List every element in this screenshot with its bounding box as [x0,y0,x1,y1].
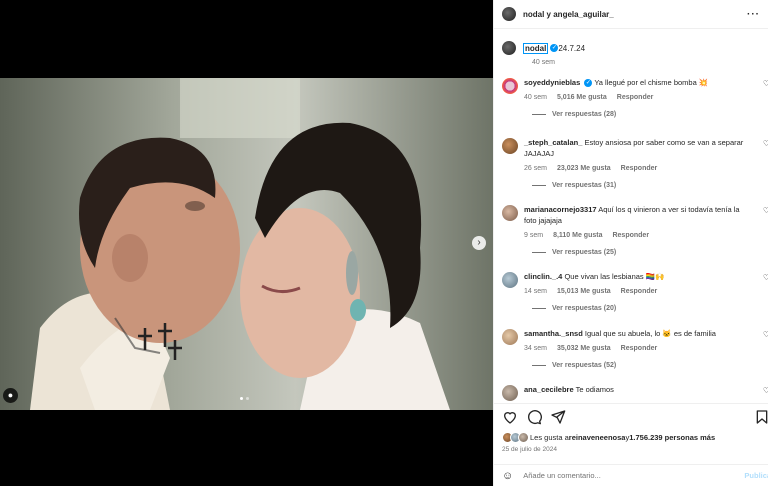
reply-button[interactable]: Responder [621,343,658,354]
comments-list[interactable]: nodal ✓ 24.7.24 40 sem soyeddynieblas ✓ … [494,29,768,404]
view-replies-label: Ver respuestas (31) [552,182,617,189]
carousel-dot [246,397,249,400]
view-replies-button[interactable]: Ver respuestas (28) [532,111,768,118]
comment-username[interactable]: _steph_catalan_ [524,138,582,147]
divider [532,185,546,186]
post-panel: nodal y angela_aguilar_ ··· nodal ✓ 24.7… [493,0,768,486]
comment-time: 34 sem [524,345,547,352]
photo-illustration [0,78,493,410]
post-photo[interactable] [0,78,493,410]
comment-text: Ya llegué por el chisme bomba 💥 [594,78,709,87]
comment-time: 9 sem [524,232,544,239]
post-authors[interactable]: nodal y angela_aguilar_ [523,10,747,19]
post-header: nodal y angela_aguilar_ ··· [494,0,768,29]
comment: samantha._snsd Igual que su abuela, lo 🐱… [502,328,768,369]
likes-user[interactable]: reinaveneenosa [569,433,626,442]
avatar[interactable] [502,329,518,345]
reply-button[interactable]: Responder [617,92,654,103]
likes-summary[interactable]: Les gusta a reinaveneenosa y 1.756.239 p… [502,432,715,443]
view-replies-button[interactable]: Ver respuestas (52) [532,362,768,369]
comment-username[interactable]: clinclin._.4 [524,272,562,281]
comment: soyeddynieblas ✓ Ya llegué por el chisme… [502,77,768,118]
comment-input[interactable] [523,471,714,480]
avatar[interactable] [502,272,518,288]
comment-likes[interactable]: 35,032 Me gusta [557,343,611,354]
user-tag-icon[interactable]: ● [3,388,18,403]
reply-button[interactable]: Responder [621,163,658,174]
reply-button[interactable]: Responder [612,230,649,241]
heart-icon[interactable]: ♡ [763,330,768,339]
divider [532,114,546,115]
heart-icon[interactable]: ♡ [763,273,768,282]
emoji-icon[interactable]: ☺ [502,470,513,482]
view-replies-label: Ver respuestas (25) [552,249,617,256]
comment-time: 26 sem [524,165,547,172]
comment-text: Igual que su abuela, lo 🐱 es de familia [584,329,716,338]
verified-icon: ✓ [550,44,559,52]
view-replies-button[interactable]: Ver respuestas (20) [532,305,768,312]
caption: nodal ✓ 24.7.24 40 sem [502,41,585,66]
carousel-indicator [240,397,249,400]
post-media: › ● [0,0,493,486]
comment-likes[interactable]: 5,016 Me gusta [557,92,607,103]
comment-text: Te odiamos [575,385,614,394]
divider [532,308,546,309]
heart-icon[interactable] [502,409,518,425]
heart-icon[interactable]: ♡ [763,386,768,395]
comment-time: 40 sem [524,94,547,101]
view-replies-label: Ver respuestas (52) [552,362,617,369]
likes-prefix: Les gusta a [530,433,569,442]
send-icon[interactable] [550,409,566,425]
liker-avatars [502,432,529,443]
avatar[interactable] [502,138,518,154]
post-date: 25 de julio de 2024 [502,446,557,453]
verified-icon: ✓ [584,79,593,88]
add-comment-bar: ☺ Publicar [494,464,768,486]
avatar [518,432,529,443]
divider [532,365,546,366]
caption-username[interactable]: nodal [523,42,549,54]
avatar[interactable] [502,7,516,21]
carousel-dot-active [240,397,243,400]
comment-time: 14 sem [524,288,547,295]
comment: clinclin._.4 Que vivan las lesbianas 🏳️‍… [502,271,768,312]
more-horizontal-icon[interactable]: ··· [747,9,760,20]
heart-icon[interactable]: ♡ [763,206,768,215]
reply-button[interactable]: Responder [621,286,658,297]
heart-icon[interactable]: ♡ [763,139,768,148]
comment-username[interactable]: ana_cecilebre [524,385,574,394]
comment-username[interactable]: samantha._snsd [524,329,583,338]
caption-time: 40 sem [532,59,555,66]
heart-icon[interactable]: ♡ [763,79,768,88]
comment-likes[interactable]: 8,110 Me gusta [553,230,602,241]
comment-username[interactable]: soyeddynieblas [524,78,580,87]
post-actions [502,406,768,428]
view-replies-button[interactable]: Ver respuestas (31) [532,182,768,189]
comment: ana_cecilebre Te odiamos ♡ [502,384,768,401]
caption-text: 24.7.24 [558,43,586,53]
comment-icon[interactable] [526,409,542,425]
post-comment-button[interactable]: Publicar [744,471,768,480]
chevron-right-icon[interactable]: › [472,236,486,250]
view-replies-label: Ver respuestas (28) [552,111,617,118]
avatar[interactable] [502,205,518,221]
comment-likes[interactable]: 23,023 Me gusta [557,163,611,174]
avatar[interactable] [502,41,516,55]
avatar[interactable] [502,78,518,94]
likes-count[interactable]: 1.756.239 personas más [629,433,715,442]
comment: marianacornejo3317 Aquí los q vinieron a… [502,204,768,256]
view-replies-label: Ver respuestas (20) [552,305,617,312]
comment-likes[interactable]: 15,013 Me gusta [557,286,611,297]
divider [532,252,546,253]
comment-username[interactable]: marianacornejo3317 [524,205,597,214]
bookmark-icon[interactable] [754,409,768,425]
avatar[interactable] [502,385,518,401]
view-replies-button[interactable]: Ver respuestas (25) [532,249,768,256]
comment: _steph_catalan_ Estoy ansiosa por saber … [502,137,768,189]
comment-text: Que vivan las lesbianas 🏳️‍🌈🙌 [564,272,665,281]
